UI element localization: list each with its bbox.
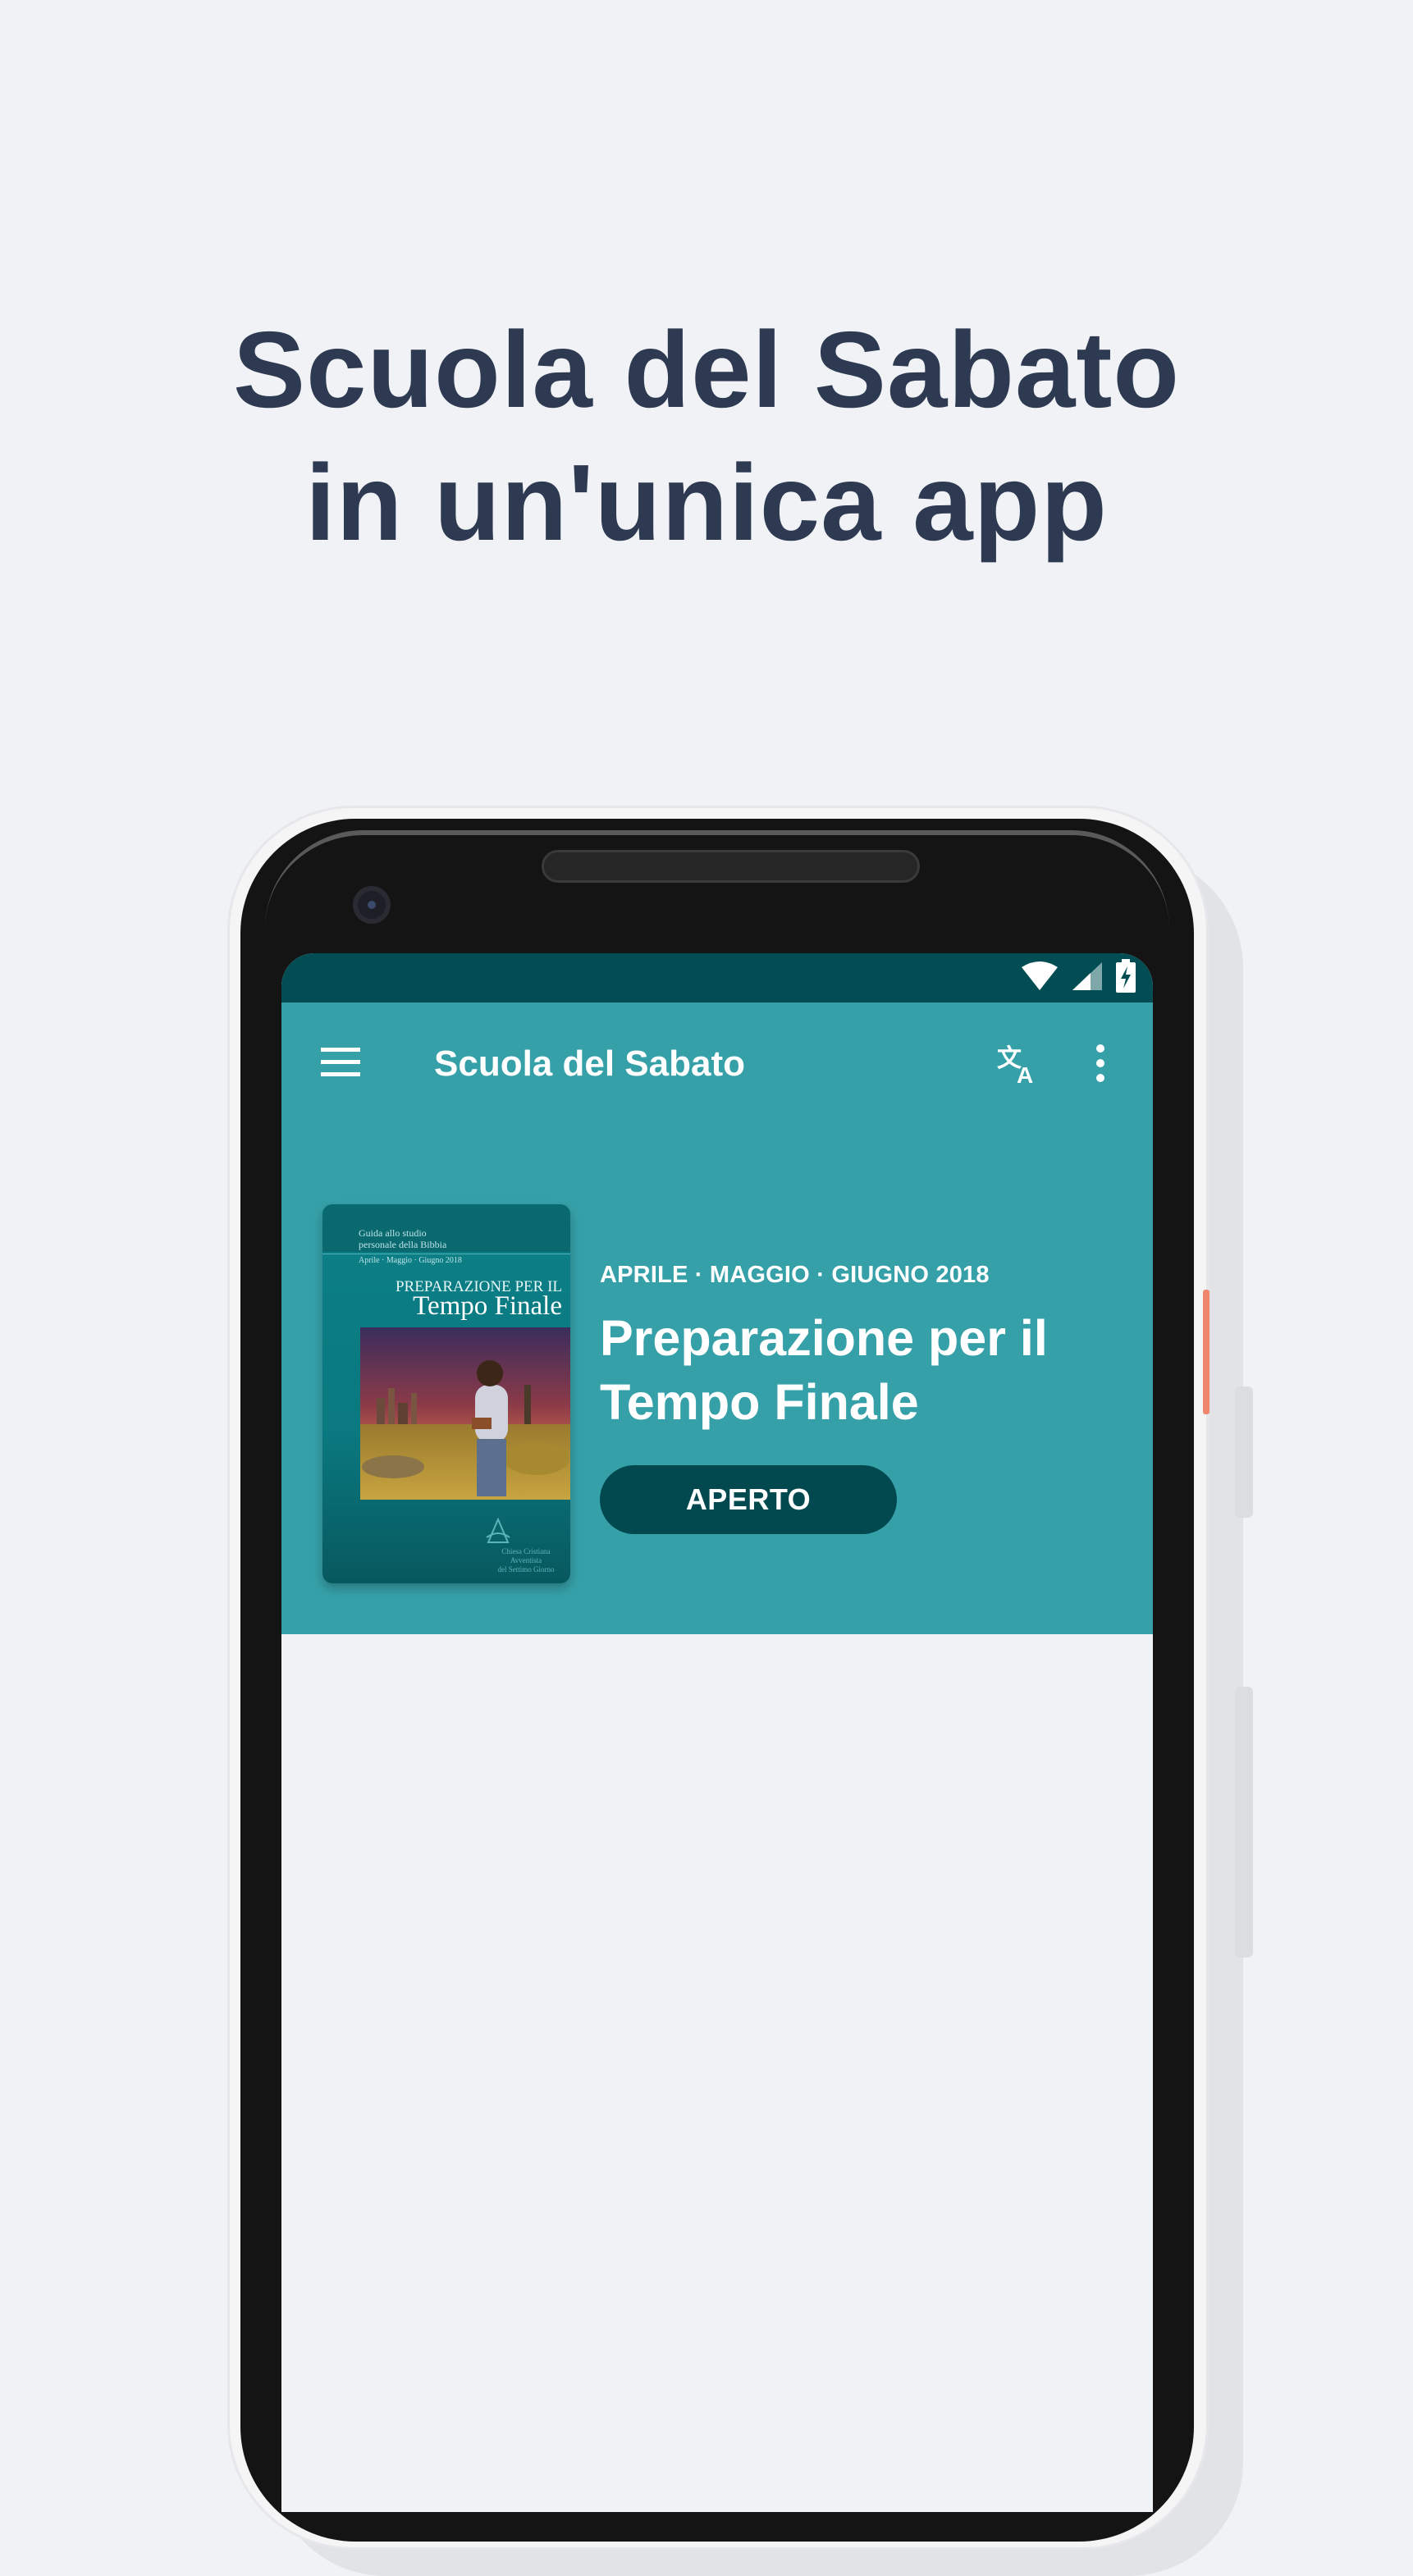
- battery-charging-icon: [1115, 958, 1136, 998]
- headline-line-2: in un'unica app: [305, 442, 1108, 563]
- hamburger-menu-icon: [321, 1046, 360, 1081]
- phone-screen: Scuola del Sabato 文 A Guida allo studio …: [281, 953, 1153, 2512]
- status-bar: [281, 953, 1153, 1003]
- quarter-dates: APRILE · MAGGIO · GIUGNO 2018: [600, 1262, 990, 1288]
- cover-period: Aprile · Maggio · Giugno 2018: [359, 1256, 462, 1265]
- more-options-button[interactable]: [1082, 1039, 1118, 1091]
- translate-button[interactable]: 文 A: [992, 1039, 1045, 1091]
- translate-icon: 文 A: [997, 1042, 1040, 1089]
- wifi-icon: [1020, 961, 1059, 996]
- open-button[interactable]: APERTO: [600, 1465, 897, 1534]
- volume-button: [1235, 1386, 1253, 1518]
- cell-signal-icon: [1071, 961, 1104, 996]
- toolbar-title: Scuola del Sabato: [434, 1044, 745, 1084]
- power-button: [1203, 1290, 1210, 1414]
- cover-publisher: Chiesa Cristiana Avventista del Settimo …: [487, 1547, 565, 1574]
- featured-quarterly-section: Scuola del Sabato 文 A Guida allo studio …: [281, 1003, 1153, 1634]
- menu-button[interactable]: [318, 1040, 364, 1086]
- cover-publisher-line-2: del Settimo Giorno: [497, 1565, 555, 1573]
- cover-title: Tempo Finale: [413, 1291, 562, 1321]
- cover-publisher-line-1: Chiesa Cristiana Avventista: [501, 1547, 551, 1564]
- quarterly-cover[interactable]: Guida allo studio personale della Bibbia…: [322, 1204, 570, 1583]
- church-logo-icon: [483, 1517, 513, 1550]
- app-toolbar: Scuola del Sabato 文 A: [281, 1003, 1153, 1126]
- headline-line-1: Scuola del Sabato: [233, 309, 1180, 430]
- cover-top-line-2: personale della Bibbia: [359, 1239, 447, 1250]
- content-area: [281, 1634, 1153, 2512]
- svg-text:A: A: [1017, 1062, 1033, 1085]
- cover-photo: [360, 1327, 570, 1500]
- phone-speaker: [542, 850, 920, 883]
- quarter-title: Preparazione per il Tempo Finale: [600, 1310, 1048, 1430]
- more-vert-icon: [1095, 1044, 1105, 1087]
- cover-top-line-1: Guida allo studio: [359, 1227, 427, 1239]
- side-button: [1235, 1687, 1253, 1957]
- marketing-headline: Scuola del Sabato in un'unica app: [0, 304, 1413, 569]
- front-camera: [353, 886, 391, 924]
